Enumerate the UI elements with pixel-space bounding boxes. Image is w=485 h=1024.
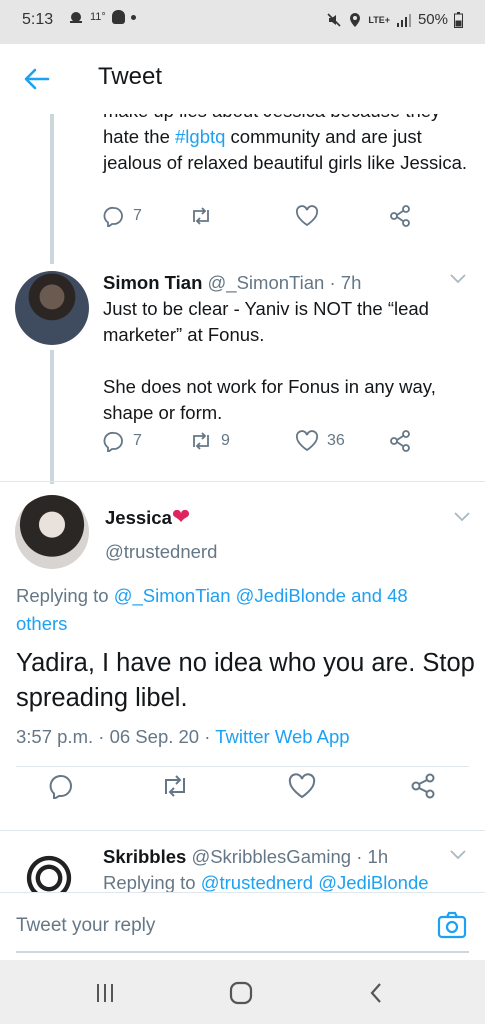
share-icon [390,205,410,227]
tweet-partial-line: make up lies about Jessica because they [103,114,475,124]
divider [0,481,485,482]
reply-button[interactable]: 7 [103,430,142,452]
avatar[interactable] [15,495,89,569]
user-name[interactable]: Jessica [105,507,172,528]
retweet-icon [193,432,209,450]
dot-icon [130,14,136,20]
chevron-down-icon[interactable] [454,512,470,522]
arrow-left-icon[interactable] [22,64,52,94]
share-icon [390,430,410,452]
replying-to-link[interactable]: @trustednerd @JediBlonde [201,872,429,892]
reply-count: 7 [133,207,142,224]
replying-prefix: Replying to [16,585,114,606]
hashtag-link[interactable]: #lgbtq [175,126,225,147]
reply-icon[interactable] [48,773,74,799]
main-tweet-author[interactable]: Jessica❤ @trustednerd [105,504,217,565]
replying-to: Replying to @_SimonTian @JediBlonde and … [16,582,456,638]
share-icon[interactable] [410,773,436,799]
share-button[interactable] [389,205,411,227]
tweet-time: 3:57 p.m. [16,726,94,747]
like-count: 36 [327,432,345,449]
separator: · [356,846,363,867]
retweet-icon[interactable] [160,774,190,798]
lte-icon: LTE+ [368,14,390,25]
user-handle[interactable]: @trustednerd [105,539,217,565]
heart-emoji: ❤ [171,504,191,529]
snapchat-icon [111,10,125,24]
like-button[interactable] [295,205,319,227]
home-icon[interactable] [228,980,254,1006]
system-nav-bar [0,960,485,1024]
recent-apps-icon[interactable] [92,980,118,1006]
tweet-time: 1h [367,846,389,867]
status-time: 5:13 [22,11,54,28]
tweet-text-part: hate the [103,126,176,147]
thread-line [50,114,54,264]
divider [16,766,469,767]
tweet-text: hate the #lgbtq community and are just j… [103,124,475,176]
tweet-text: Just to be clear - Yaniv is NOT the “lea… [103,298,429,345]
share-button[interactable] [389,430,411,452]
retweet-icon [193,207,209,225]
chevron-down-icon[interactable] [450,274,466,284]
reply-input[interactable]: Tweet your reply [16,915,155,937]
retweet-button[interactable]: 9 [189,431,230,451]
user-name[interactable]: Simon Tian [103,272,202,293]
tweet-header: Simon Tian @_SimonTian · 7h [103,270,475,296]
status-left-icons: 11° [68,10,136,24]
reply-bar: Tweet your reply [0,892,485,960]
tweet-skribbles[interactable]: Skribbles @SkribblesGaming · 1h Replying… [103,844,475,892]
reply-icon [103,206,123,227]
weather-icon [70,12,82,23]
reply-input-underline [16,951,469,953]
separator: · [329,272,336,293]
battery-icon [454,11,463,28]
camera-icon[interactable] [437,911,467,939]
location-icon [350,12,361,27]
thread-line [50,350,54,484]
status-temp: 11° [90,11,106,23]
reply-button[interactable]: 7 [103,205,142,227]
tweet-text: She does not work for Fonus in any way, … [103,376,436,423]
status-bar: 5:13 11° LTE+ 50% [0,0,485,44]
reply-count: 7 [133,432,142,449]
retweet-count: 9 [221,432,230,449]
back-nav-icon[interactable] [364,980,390,1006]
tweet-meta: 3:57 p.m. · 06 Sep. 20 · Twitter Web App [16,726,350,748]
main-tweet-text: Yadira, I have no idea who you are. Stop… [16,649,475,712]
like-button[interactable]: 36 [295,430,345,452]
retweet-button[interactable] [189,206,213,226]
separator: · [204,726,211,747]
user-handle[interactable]: @_SimonTian [208,272,325,293]
tweet-simon[interactable]: Simon Tian @_SimonTian · 7h Just to be c… [103,270,475,426]
tweet-date: 06 Sep. 20 [109,726,200,747]
separator: · [98,726,105,747]
tweet-previous[interactable]: make up lies about Jessica because they … [103,114,475,176]
reply-icon [103,431,123,452]
heart-icon [295,430,319,452]
tweet-thread[interactable]: make up lies about Jessica because they … [0,114,485,892]
avatar[interactable] [18,847,80,892]
tweet-source[interactable]: Twitter Web App [215,726,349,747]
top-app-bar: Tweet [0,44,485,114]
avatar[interactable] [15,271,89,345]
divider [0,830,485,831]
author-name-row: Jessica❤ [105,504,217,531]
mute-icon [327,12,341,27]
replying-prefix: Replying to [103,872,201,892]
battery-percent: 50% [417,11,448,28]
status-right-icons: LTE+ 50% [326,11,463,28]
tweet-header: Skribbles @SkribblesGaming · 1h [103,844,475,870]
heart-icon [295,205,319,227]
page-title: Tweet [98,63,163,90]
replying-to: Replying to @trustednerd @JediBlonde [103,870,475,892]
heart-icon[interactable] [288,773,316,799]
tweet-time: 7h [340,272,362,293]
signal-icon [396,13,411,27]
user-name[interactable]: Skribbles [103,846,186,867]
chevron-down-icon[interactable] [450,850,466,860]
user-handle[interactable]: @SkribblesGaming [191,846,351,867]
